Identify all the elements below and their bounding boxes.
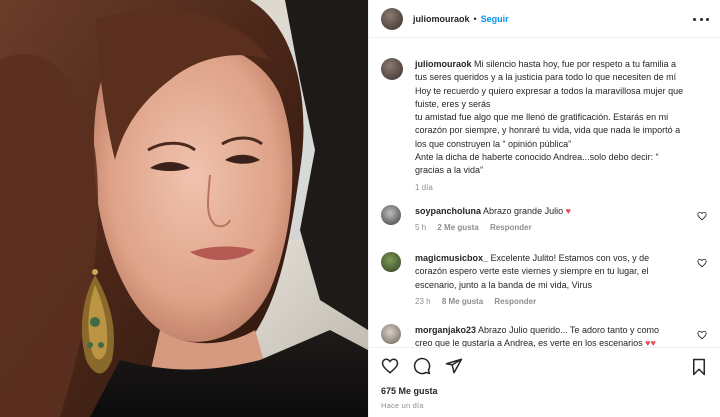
comment-time[interactable]: 5 h [415,223,426,232]
caption-line: corazón por siempre, y honraré tu vida, … [415,125,681,136]
caption-line: tus seres queridos y a la justicia para … [415,72,677,83]
share-icon[interactable] [445,357,463,375]
comment-text: magicmusicbox_ Excelente Julito! Estamos… [415,252,687,308]
caption-text: juliomouraok Mi silencio hasta hoy, fue … [415,58,707,194]
comment-likes[interactable]: 2 Me gusta [437,223,478,232]
reply-button[interactable]: Responder [490,223,532,232]
reply-button[interactable]: Responder [494,297,536,306]
caption-line: tu amistad fue algo que me llenó de grat… [415,112,669,123]
heart-icon[interactable] [697,330,707,340]
avatar[interactable] [381,252,401,272]
comment-line: corazón espero verte este viernes y siem… [415,266,649,277]
comment-text: soypancholuna Abrazo grande Julio ♥ 5 h … [415,205,687,235]
comment-item: soypancholuna Abrazo grande Julio ♥ 5 h … [381,205,707,245]
comment-username[interactable]: morganjako23 [415,325,476,335]
heart-emoji: ♥ [565,206,571,216]
caption-time[interactable]: 1 día [415,183,433,192]
follow-button[interactable]: Seguir [481,14,509,24]
comment-username[interactable]: magicmusicbox_ [415,253,488,263]
likes-count[interactable]: 675 Me gusta [381,386,438,396]
caption-line: los que construyen la “ opinión pública” [415,138,572,149]
username[interactable]: juliomouraok [413,14,470,24]
caption-row: juliomouraok Mi silencio hasta hoy, fue … [381,58,707,198]
comment-line: Abrazo Julio querido... Te adoro tanto y… [478,325,659,335]
avatar[interactable] [381,58,403,80]
comments-list[interactable]: juliomouraok Mi silencio hasta hoy, fue … [369,52,720,347]
post-date[interactable]: Hace un día [381,401,424,410]
portrait-image [0,0,368,417]
caption-line: Mi silencio hasta hoy, fue por respeto a… [474,59,676,69]
heart-emoji: ♥♥ [645,338,656,347]
comment-time[interactable]: 23 h [415,297,431,306]
post-photo[interactable] [0,0,368,417]
avatar[interactable] [381,7,403,30]
heart-icon[interactable] [381,357,399,375]
post-actions [369,347,720,383]
caption-line: gracias a la vida” [415,165,484,176]
caption-meta: 1 día [415,181,707,194]
caption-username[interactable]: juliomouraok [415,59,472,69]
comment-line: creo que le gustaría a Andrea, es verte … [415,338,643,347]
caption-line: Ante la dicha de haberte conocido Andrea… [415,152,659,163]
comment-line: Excelente Julito! Estamos con vos, y de [490,253,650,263]
comment-body: Abrazo grande Julio [483,206,564,216]
avatar[interactable] [381,205,401,225]
instagram-post: juliomouraok • Seguir juliomouraok Mi si… [0,0,720,417]
comment-text: morganjako23 Abrazo Julio querido... Te … [415,324,687,347]
more-options-icon[interactable] [693,12,709,26]
comment-meta: 23 h 8 Me gusta Responder [415,295,687,308]
avatar[interactable] [381,324,401,344]
comment-item: magicmusicbox_ Excelente Julito! Estamos… [381,252,707,314]
comment-likes[interactable]: 8 Me gusta [442,297,483,306]
comment-line: escenario, junto a la banda de mi vida, … [415,279,592,290]
heart-icon[interactable] [697,258,707,268]
comment-item: morganjako23 Abrazo Julio querido... Te … [381,324,707,347]
caption-line: fuiste, eres y serás [415,98,491,109]
heart-icon[interactable] [697,211,707,221]
comment-icon[interactable] [413,357,431,375]
bookmark-icon[interactable] [691,358,707,376]
post-header: juliomouraok • Seguir [369,0,720,38]
comment-username[interactable]: soypancholuna [415,206,481,216]
caption-line: Hoy te recuerdo y quiero expresar a todo… [415,85,684,96]
separator-dot: • [473,13,477,24]
post-side-panel: juliomouraok • Seguir juliomouraok Mi si… [368,0,720,417]
comment-meta: 5 h 2 Me gusta Responder [415,221,687,234]
